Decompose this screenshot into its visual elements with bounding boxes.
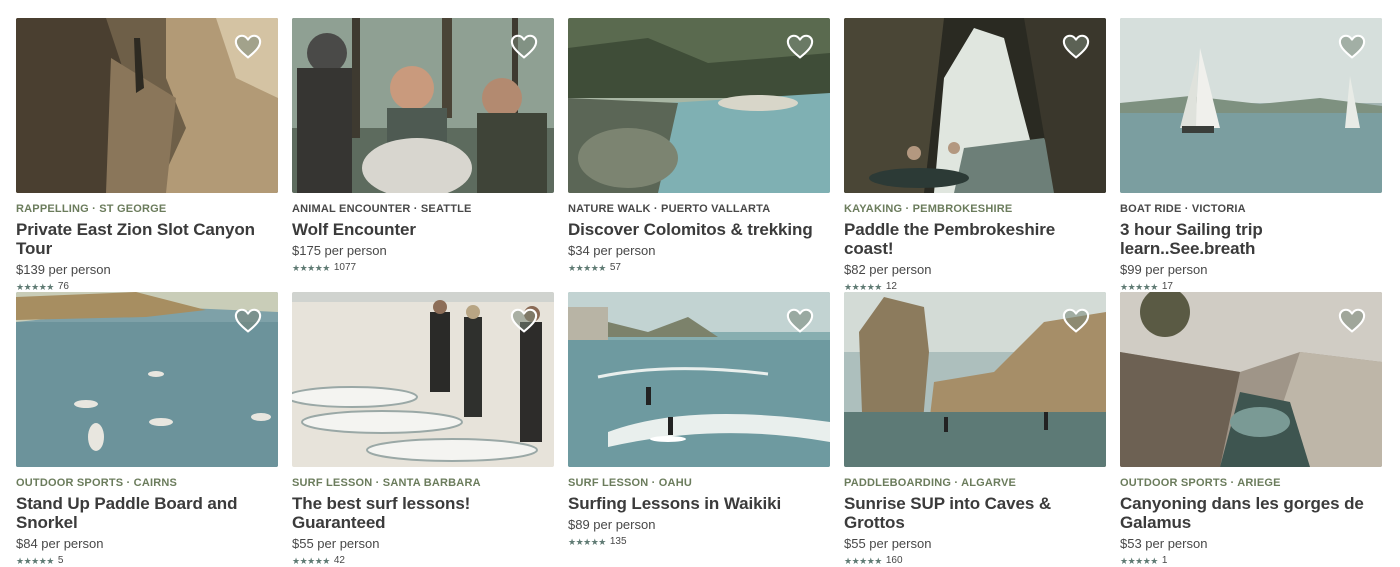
heart-icon[interactable] (786, 34, 814, 60)
experience-photo[interactable] (844, 18, 1106, 193)
review-count: 1077 (333, 262, 357, 273)
heart-icon[interactable] (1338, 308, 1366, 334)
review-count: 1 (1161, 555, 1168, 566)
experience-price: $55 per person (292, 536, 380, 551)
experience-price: $139 per person (16, 262, 111, 277)
experience-price: $175 per person (292, 243, 387, 258)
experience-title[interactable]: Discover Colomitos & trekking (568, 220, 830, 239)
experience-card[interactable]: NATURE WALK · PUERTO VALLARTA Discover C… (568, 18, 830, 292)
experience-title[interactable]: Private East Zion Slot Canyon Tour (16, 220, 278, 258)
star-rating-icon: ★★★★★ (568, 537, 606, 547)
star-rating-icon: ★★★★★ (16, 556, 54, 566)
heart-icon[interactable] (1062, 308, 1090, 334)
experience-title[interactable]: The best surf lessons! Guaranteed (292, 494, 554, 532)
experience-photo[interactable] (568, 18, 830, 193)
experience-category: BOAT RIDE · VICTORIA (1120, 203, 1246, 215)
experience-price: $82 per person (844, 262, 932, 277)
experience-category: OUTDOOR SPORTS · CAIRNS (16, 477, 178, 489)
rating: ★★★★★ 160 (844, 555, 1106, 567)
experience-card[interactable]: OUTDOOR SPORTS · CAIRNS Stand Up Paddle … (16, 292, 278, 566)
star-rating-icon: ★★★★★ (292, 556, 330, 566)
experience-photo[interactable] (292, 292, 554, 467)
experience-category: KAYAKING · PEMBROKESHIRE (844, 203, 1013, 215)
experience-title[interactable]: Stand Up Paddle Board and Snorkel (16, 494, 278, 532)
experience-photo[interactable] (568, 292, 830, 467)
rating: ★★★★★ 57 (568, 262, 830, 274)
rating: ★★★★★ 1 (1120, 555, 1382, 567)
experience-photo[interactable] (16, 292, 278, 467)
star-rating-icon: ★★★★★ (844, 556, 882, 566)
heart-icon[interactable] (510, 34, 538, 60)
experience-category: SURF LESSON · SANTA BARBARA (292, 477, 481, 489)
heart-icon[interactable] (1338, 34, 1366, 60)
review-count: 42 (333, 555, 345, 566)
experience-card[interactable]: BOAT RIDE · VICTORIA 3 hour Sailing trip… (1120, 18, 1382, 292)
experience-price: $99 per person (1120, 262, 1208, 277)
experience-price: $55 per person (844, 536, 932, 551)
experience-title[interactable]: Sunrise SUP into Caves & Grottos (844, 494, 1106, 532)
heart-icon[interactable] (234, 308, 262, 334)
heart-icon[interactable] (786, 308, 814, 334)
experience-card[interactable]: RAPPELLING · ST GEORGE Private East Zion… (16, 18, 278, 292)
experience-title[interactable]: Paddle the Pembrokeshire coast! (844, 220, 1106, 258)
experience-card[interactable]: PADDLEBOARDING · ALGARVE Sunrise SUP int… (844, 292, 1106, 566)
experience-category: NATURE WALK · PUERTO VALLARTA (568, 203, 771, 215)
experience-photo[interactable] (1120, 18, 1382, 193)
experience-price: $84 per person (16, 536, 104, 551)
review-count: 160 (885, 555, 903, 566)
experience-title[interactable]: 3 hour Sailing trip learn..See.breath (1120, 220, 1382, 258)
experience-price: $34 per person (568, 243, 656, 258)
rating: ★★★★★ 5 (16, 555, 278, 567)
rating: ★★★★★ 42 (292, 555, 554, 567)
rating: ★★★★★ 1077 (292, 262, 554, 274)
experience-category: OUTDOOR SPORTS · ARIEGE (1120, 477, 1281, 489)
experience-title[interactable]: Wolf Encounter (292, 220, 554, 239)
star-rating-icon: ★★★★★ (1120, 556, 1158, 566)
heart-icon[interactable] (510, 308, 538, 334)
heart-icon[interactable] (234, 34, 262, 60)
experience-title[interactable]: Surfing Lessons in Waikiki (568, 494, 830, 513)
experience-category: RAPPELLING · ST GEORGE (16, 203, 167, 215)
experience-title[interactable]: Canyoning dans les gorges de Galamus (1120, 494, 1382, 532)
review-count: 135 (609, 536, 627, 547)
rating: ★★★★★ 135 (568, 536, 830, 548)
experience-price: $89 per person (568, 517, 656, 532)
review-count: 5 (57, 555, 64, 566)
experience-card[interactable]: SURF LESSON · OAHU Surfing Lessons in Wa… (568, 292, 830, 566)
experience-photo[interactable] (844, 292, 1106, 467)
experience-card[interactable]: ANIMAL ENCOUNTER · SEATTLE Wolf Encounte… (292, 18, 554, 292)
experience-photo[interactable] (292, 18, 554, 193)
experience-category: PADDLEBOARDING · ALGARVE (844, 477, 1017, 489)
experience-photo[interactable] (16, 18, 278, 193)
experience-grid: RAPPELLING · ST GEORGE Private East Zion… (16, 18, 1382, 566)
experience-category: ANIMAL ENCOUNTER · SEATTLE (292, 203, 472, 215)
review-count: 57 (609, 262, 621, 273)
heart-icon[interactable] (1062, 34, 1090, 60)
experience-photo[interactable] (1120, 292, 1382, 467)
star-rating-icon: ★★★★★ (292, 263, 330, 273)
experience-card[interactable]: OUTDOOR SPORTS · ARIEGE Canyoning dans l… (1120, 292, 1382, 566)
star-rating-icon: ★★★★★ (568, 263, 606, 273)
experience-category: SURF LESSON · OAHU (568, 477, 692, 489)
experience-card[interactable]: SURF LESSON · SANTA BARBARA The best sur… (292, 292, 554, 566)
experience-card[interactable]: KAYAKING · PEMBROKESHIRE Paddle the Pemb… (844, 18, 1106, 292)
experience-price: $53 per person (1120, 536, 1208, 551)
